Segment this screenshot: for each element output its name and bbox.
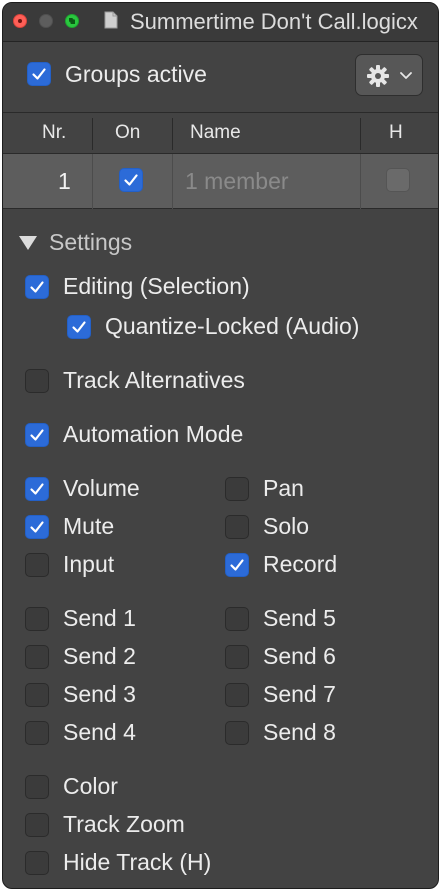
quantize-locked-checkbox[interactable] — [67, 315, 91, 339]
column-divider — [172, 118, 173, 150]
send-3-label: Send 3 — [63, 681, 136, 707]
column-divider — [172, 154, 173, 209]
send-1-checkbox[interactable] — [25, 607, 49, 631]
group-settings-window: Summertime Don't Call.logicx Groups acti… — [2, 2, 439, 889]
send-1-label: Send 1 — [63, 605, 136, 631]
solo-label: Solo — [263, 513, 310, 539]
editing-selection-label: Editing (Selection) — [63, 273, 250, 299]
close-button[interactable] — [13, 14, 27, 28]
hide-track-checkbox[interactable] — [25, 851, 49, 875]
send-6-label: Send 6 — [263, 643, 336, 669]
send-2-checkbox[interactable] — [25, 645, 49, 669]
track-zoom-checkbox[interactable] — [25, 813, 49, 837]
solo-checkbox[interactable] — [225, 515, 249, 539]
title-bar: Summertime Don't Call.logicx — [3, 3, 438, 42]
window-title: Summertime Don't Call.logicx — [130, 9, 418, 34]
record-label: Record — [263, 551, 338, 577]
track-alternatives-checkbox[interactable] — [25, 369, 49, 393]
column-divider — [92, 154, 93, 209]
document-icon — [104, 11, 118, 29]
volume-label: Volume — [63, 475, 140, 501]
groups-active-label: Groups active — [65, 61, 207, 87]
send-5-checkbox[interactable] — [225, 607, 249, 631]
group-number: 1 — [58, 168, 71, 194]
send-5-label: Send 5 — [263, 605, 336, 631]
column-header-name[interactable]: Name — [190, 122, 241, 144]
group-name-field[interactable]: 1 member — [185, 168, 289, 195]
checkmark-icon — [32, 68, 46, 80]
column-header-nr[interactable]: Nr. — [42, 122, 66, 144]
input-checkbox[interactable] — [25, 553, 49, 577]
gear-icon — [367, 65, 389, 87]
input-label: Input — [63, 551, 115, 577]
column-header-on[interactable]: On — [115, 122, 140, 144]
editing-selection-checkbox[interactable] — [25, 275, 49, 299]
checkmark-icon — [230, 559, 244, 571]
group-table-header: Nr. On Name H — [3, 112, 438, 154]
checkmark-icon — [30, 483, 44, 495]
send-2-label: Send 2 — [63, 643, 136, 669]
volume-checkbox[interactable] — [25, 477, 49, 501]
chevron-down-icon — [400, 72, 412, 79]
color-checkbox[interactable] — [25, 775, 49, 799]
mute-checkbox[interactable] — [25, 515, 49, 539]
disclosure-triangle-icon[interactable] — [19, 236, 37, 250]
gear-menu-button[interactable] — [355, 54, 423, 96]
automation-mode-checkbox[interactable] — [25, 423, 49, 447]
send-6-checkbox[interactable] — [225, 645, 249, 669]
pan-checkbox[interactable] — [225, 477, 249, 501]
send-4-label: Send 4 — [63, 719, 136, 745]
send-7-checkbox[interactable] — [225, 683, 249, 707]
send-3-checkbox[interactable] — [25, 683, 49, 707]
automation-mode-label: Automation Mode — [63, 421, 244, 447]
group-hide-checkbox[interactable] — [386, 168, 410, 192]
send-8-checkbox[interactable] — [225, 721, 249, 745]
track-zoom-label: Track Zoom — [63, 811, 185, 837]
hide-track-label: Hide Track (H) — [63, 849, 212, 875]
track-alternatives-label: Track Alternatives — [63, 367, 245, 393]
checkmark-icon — [30, 281, 44, 293]
send-7-label: Send 7 — [263, 681, 336, 707]
checkmark-icon — [30, 521, 44, 533]
record-checkbox[interactable] — [225, 553, 249, 577]
table-row[interactable]: 1 1 member — [3, 154, 438, 209]
send-8-label: Send 8 — [263, 719, 336, 745]
pan-label: Pan — [263, 475, 304, 501]
groups-active-checkbox[interactable] — [27, 62, 51, 86]
group-on-checkbox[interactable] — [119, 168, 143, 192]
checkmark-icon — [124, 174, 138, 186]
checkmark-icon — [30, 429, 44, 441]
checkmark-icon — [72, 321, 86, 333]
quantize-locked-label: Quantize-Locked (Audio) — [105, 313, 360, 339]
column-header-h[interactable]: H — [389, 122, 403, 144]
send-4-checkbox[interactable] — [25, 721, 49, 745]
settings-section-title: Settings — [49, 229, 133, 255]
mute-label: Mute — [63, 513, 115, 539]
fullscreen-button[interactable] — [65, 14, 79, 28]
column-divider — [92, 118, 93, 150]
column-divider — [360, 118, 361, 150]
color-label: Color — [63, 773, 118, 799]
minimize-button[interactable] — [39, 14, 53, 28]
column-divider — [360, 154, 361, 209]
